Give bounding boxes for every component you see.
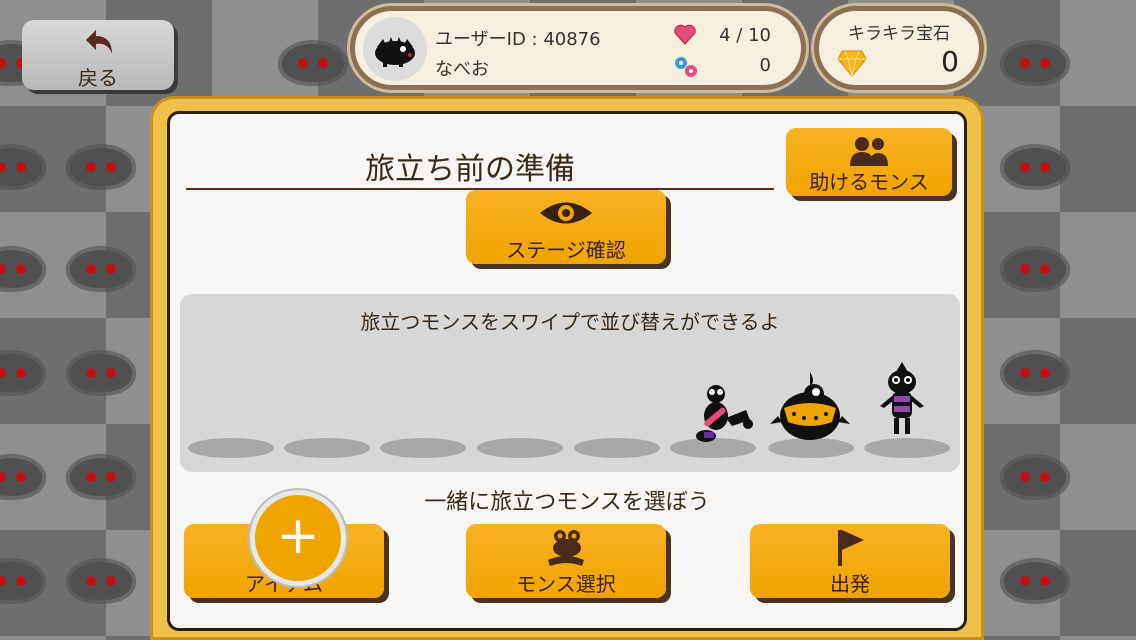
party-monster-icon[interactable] (770, 368, 850, 448)
preparation-panel-content: 旅立ち前の準備 助けるモンス ステージ確認 旅立つモンスをスワイプで並び替えがで… (167, 111, 967, 631)
background-monster-icon (70, 148, 132, 186)
background-monster-icon (0, 562, 42, 600)
monster-select-label: モンス選択 (516, 572, 616, 596)
party-monster-icon[interactable] (872, 360, 932, 440)
stage-check-label: ステージ確認 (506, 238, 626, 262)
monster-icon (548, 530, 584, 566)
background-monster-icon (1004, 562, 1066, 600)
eye-icon (540, 202, 592, 224)
party-slot[interactable] (864, 438, 950, 458)
user-name: なべお (435, 59, 489, 80)
back-button-label: 戻る (78, 66, 118, 90)
gem-icon (837, 50, 867, 77)
background-monster-icon (1004, 44, 1066, 82)
page-title: 旅立ち前の準備 (365, 152, 575, 187)
helper-monster-button[interactable]: 助けるモンス (786, 128, 952, 196)
plus-icon: + (276, 506, 320, 566)
party-monster-icon[interactable] (688, 380, 758, 450)
background-monster-icon (1004, 354, 1066, 392)
user-id: ユーザーID : 40876 (435, 29, 601, 50)
user-info-panel: ユーザーID : 40876 なべお 4 / 10 0 (350, 6, 806, 90)
add-item-button[interactable]: + (250, 490, 346, 586)
background-monster-icon (70, 562, 132, 600)
back-arrow-icon (86, 30, 112, 54)
heart-icon (674, 24, 696, 45)
background-monster-icon (1004, 250, 1066, 288)
background-monster-icon (0, 148, 42, 186)
background-monster-icon (70, 354, 132, 392)
party-slot[interactable] (380, 438, 466, 458)
hearts-count: 4 / 10 (719, 25, 771, 46)
flag-icon (838, 530, 864, 566)
background-monster-icon (1004, 458, 1066, 496)
background-monster-icon (0, 354, 42, 392)
depart-label: 出発 (830, 572, 870, 596)
avatar (363, 17, 427, 81)
party-slot[interactable] (477, 438, 563, 458)
background-monster-icon (1004, 148, 1066, 186)
stage-check-button[interactable]: ステージ確認 (466, 190, 666, 264)
back-button[interactable]: 戻る (22, 20, 174, 90)
preparation-panel: 旅立ち前の準備 助けるモンス ステージ確認 旅立つモンスをスワイプで並び替えがで… (150, 96, 984, 640)
helper-monster-label: 助けるモンス (809, 170, 929, 194)
monster-avatar-icon (375, 37, 415, 67)
background-monster-icon (70, 458, 132, 496)
background-monster-icon (0, 458, 42, 496)
gem-title: キラキラ宝石 (848, 24, 950, 44)
party-slot[interactable] (574, 438, 660, 458)
background-monster-icon (0, 250, 42, 288)
candy-count: 0 (759, 55, 771, 76)
gem-count: 0 (941, 45, 959, 78)
party-slot[interactable] (188, 438, 274, 458)
candy-icon (675, 57, 697, 77)
background-monster-icon (282, 44, 344, 82)
depart-button[interactable]: 出発 (750, 524, 950, 598)
gem-panel: キラキラ宝石 0 (814, 6, 984, 90)
party-order-area[interactable]: 旅立つモンスをスワイプで並び替えができるよ (180, 294, 960, 472)
background-monster-icon (70, 250, 132, 288)
monster-select-button[interactable]: モンス選択 (466, 524, 666, 598)
party-slot[interactable] (284, 438, 370, 458)
swipe-hint: 旅立つモンスをスワイプで並び替えができるよ (360, 310, 780, 334)
people-icon (850, 137, 888, 166)
